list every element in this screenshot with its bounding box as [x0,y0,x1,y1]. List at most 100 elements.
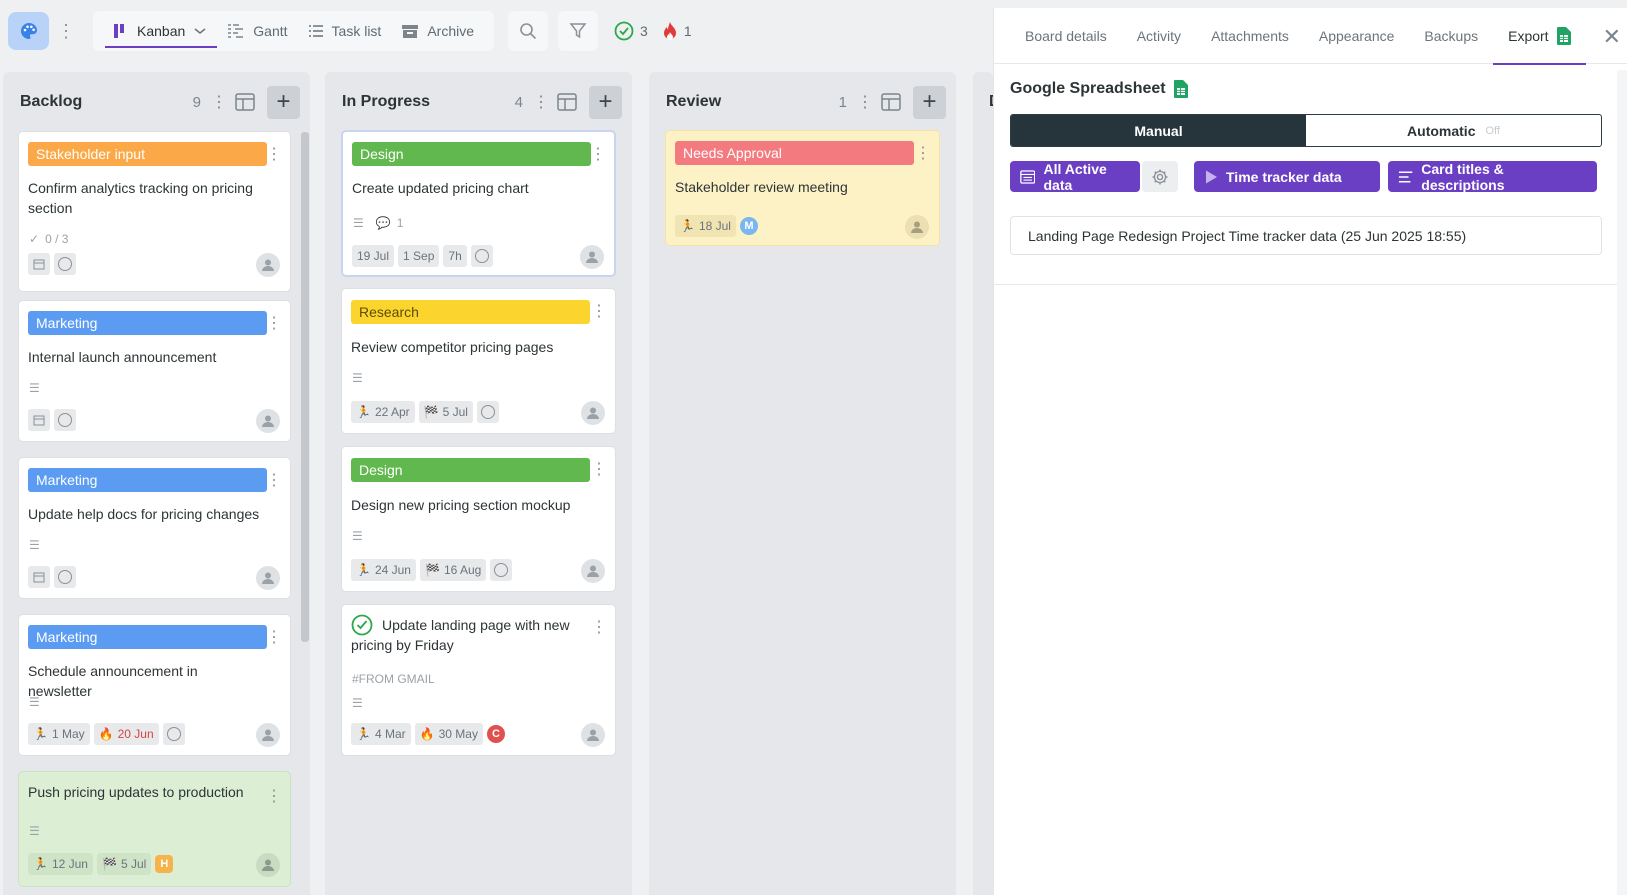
more-menu-icon[interactable]: ⋮ [53,12,79,50]
add-card-button[interactable]: + [267,85,300,119]
add-card-button[interactable]: + [913,85,946,119]
export-section: Google Spreadsheet Manual Automatic Off … [994,80,1627,255]
description-icon: ☰ [352,371,363,385]
mode-manual-button[interactable]: Manual [1011,115,1306,146]
card-menu-icon[interactable]: ⋮ [591,459,607,479]
view-task-list[interactable]: Task list [298,11,392,51]
assignee-avatar-icon[interactable] [256,853,280,877]
assignee-avatar-icon[interactable] [581,401,605,425]
estimate-circle-icon[interactable] [54,253,76,275]
estimate-circle-icon[interactable] [476,401,499,423]
card-menu-icon[interactable]: ⋮ [591,301,607,321]
start-date-chip[interactable]: 19 Jul [352,245,395,267]
tab-attachments[interactable]: Attachments [1196,8,1304,64]
end-date-chip[interactable]: 🏁 5 Jul [96,853,152,875]
panel-scrollbar[interactable] [1617,70,1627,895]
palette-button[interactable] [8,12,49,50]
tab-backups[interactable]: Backups [1409,8,1493,64]
end-date-chip[interactable]: 🏁 5 Jul [418,401,473,423]
estimate-chip[interactable]: 7h [443,245,467,267]
start-date-chip[interactable]: 🏃 18 Jul [675,215,736,237]
export-card-titles-button[interactable]: Card titles & descriptions [1388,161,1597,193]
due-date-chip[interactable]: 🔥 20 Jun [93,723,159,745]
card-push-pricing[interactable]: ⋮ Push pricing updates to production ☰ 🏃… [18,771,291,887]
start-date-chip[interactable]: 🏃 1 May [28,723,90,745]
filter-button[interactable] [558,11,599,51]
member-avatar[interactable]: H [155,855,174,873]
card-menu-icon[interactable]: ⋮ [266,470,282,490]
estimate-circle-icon[interactable] [490,559,513,581]
panel-tabs: Board details Activity Attachments Appea… [994,8,1627,65]
overdue-counter[interactable]: 1 [662,21,692,41]
estimate-circle-icon[interactable] [470,245,493,267]
card-title: Stakeholder review meeting [675,179,848,195]
assignee-avatar-icon[interactable] [905,215,929,239]
column-menu-icon[interactable]: ⋮ [533,92,549,112]
tab-export[interactable]: Export [1493,8,1587,65]
assignee-avatar-icon[interactable] [256,409,280,433]
tab-activity[interactable]: Activity [1122,8,1196,64]
calendar-icon[interactable] [28,566,50,588]
view-gantt[interactable]: Gantt [217,11,297,51]
card-chips: 🏃 1 May 🔥 20 Jun [28,723,185,745]
view-kanban[interactable]: Kanban [103,11,218,51]
mode-automatic-button[interactable]: Automatic Off [1306,115,1601,146]
card-stakeholder-review[interactable]: Needs Approval ⋮ Stakeholder review meet… [665,130,940,246]
card-update-landing-page[interactable]: ⋮ Update landing page with new pricing b… [341,604,616,756]
card-update-help-docs[interactable]: Marketing ⋮ Update help docs for pricing… [18,457,291,599]
card-schedule-newsletter[interactable]: Marketing ⋮ Schedule announcement in new… [18,614,291,756]
export-all-active-button[interactable]: All Active data [1010,161,1140,193]
card-menu-icon[interactable]: ⋮ [266,313,282,333]
column-scrollbar[interactable] [301,132,309,642]
estimate-circle-icon[interactable] [162,723,185,745]
card-menu-icon[interactable]: ⋮ [915,143,931,163]
member-avatar[interactable]: M [739,217,758,235]
view-archive[interactable]: Archive [391,11,484,51]
estimate-circle-icon[interactable] [54,566,76,588]
search-button[interactable] [508,11,549,51]
assignee-avatar-icon[interactable] [256,723,280,747]
running-icon: 🏃 [356,727,371,741]
card-menu-icon[interactable]: ⋮ [590,144,606,164]
close-icon[interactable]: ✕ [1603,24,1621,50]
add-card-button[interactable]: + [589,85,622,119]
export-settings-button[interactable] [1142,161,1178,192]
column-menu-icon[interactable]: ⋮ [857,92,873,112]
card-internal-launch[interactable]: Marketing ⋮ Internal launch announcement… [18,300,291,442]
completed-count: 3 [640,23,648,39]
end-date-chip[interactable]: 🏁 16 Aug [419,559,487,581]
export-history-item[interactable]: Landing Page Redesign Project Time track… [1010,216,1602,255]
member-avatar[interactable]: C [486,725,505,743]
card-menu-icon[interactable]: ⋮ [591,617,607,637]
export-time-tracker-button[interactable]: Time tracker data [1194,161,1380,192]
assignee-avatar-icon[interactable] [256,566,280,590]
card-review-competitor[interactable]: Research ⋮ Review competitor pricing pag… [341,288,616,434]
description-icon: ☰ [353,216,364,230]
assignee-avatar-icon[interactable] [256,253,280,277]
column-menu-icon[interactable]: ⋮ [211,92,227,112]
due-date-chip[interactable]: 🔥 30 May [414,723,483,745]
start-date-chip[interactable]: 🏃 24 Jun [351,559,416,581]
estimate-circle-icon[interactable] [54,409,76,431]
calendar-icon[interactable] [28,409,50,431]
card-layout-icon[interactable] [233,90,257,114]
card-layout-icon[interactable] [555,90,579,114]
start-date-chip[interactable]: 🏃 22 Apr [351,401,415,423]
tab-board-details[interactable]: Board details [1010,8,1122,64]
assignee-avatar-icon[interactable] [581,723,605,747]
tab-appearance[interactable]: Appearance [1304,8,1410,64]
start-date-chip[interactable]: 🏃 4 Mar [351,723,411,745]
start-date-chip[interactable]: 🏃 12 Jun [28,853,93,875]
card-menu-icon[interactable]: ⋮ [266,144,282,164]
card-design-mockup[interactable]: Design ⋮ Design new pricing section mock… [341,446,616,592]
card-confirm-analytics[interactable]: Stakeholder input ⋮ Confirm analytics tr… [18,131,291,292]
assignee-avatar-icon[interactable] [580,245,604,269]
completed-counter[interactable]: 3 [614,21,648,41]
card-create-pricing-chart[interactable]: Design ⋮ Create updated pricing chart ☰ … [341,130,616,277]
card-menu-icon[interactable]: ⋮ [266,786,282,806]
card-layout-icon[interactable] [879,90,903,114]
calendar-icon[interactable] [28,253,50,275]
assignee-avatar-icon[interactable] [581,559,605,583]
end-date-chip[interactable]: 1 Sep [398,245,440,267]
card-menu-icon[interactable]: ⋮ [266,627,282,647]
